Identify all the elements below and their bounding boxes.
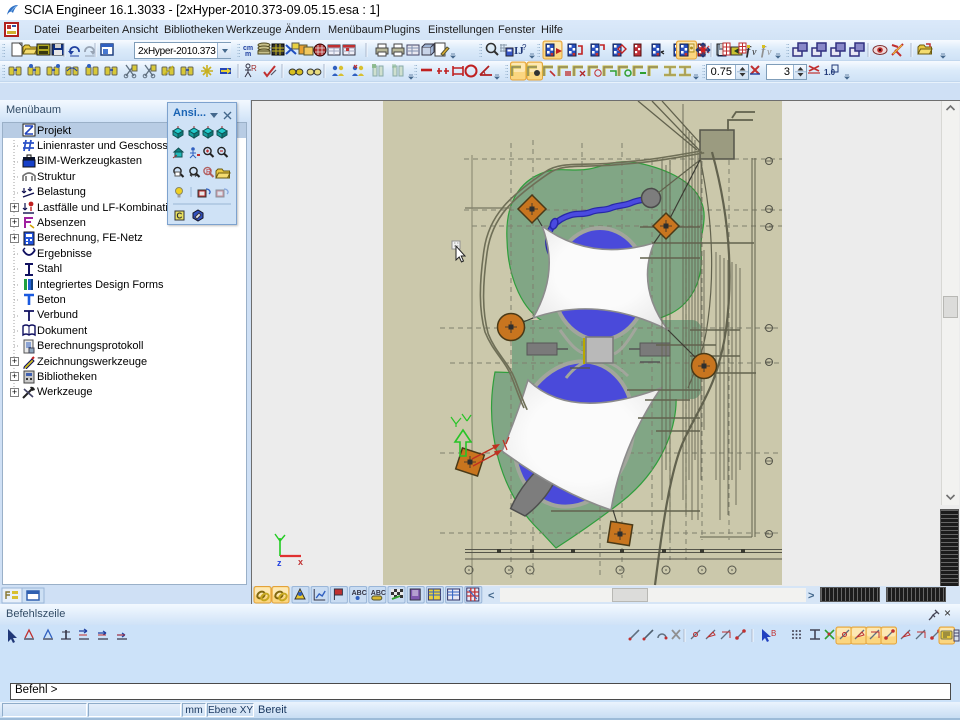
svg-text:v: v [752,47,757,58]
svg-text:v: v [767,47,772,58]
svg-text:B: B [771,629,776,638]
svg-text:ABC: ABC [352,590,367,597]
svg-text:x: x [298,557,303,567]
svg-text:R: R [206,169,211,176]
svg-text:R: R [251,64,257,73]
svg-text:?: ? [522,43,527,52]
svg-text:>: > [808,590,814,602]
svg-text:z: z [277,558,282,568]
svg-text:C: C [177,212,183,221]
svg-text:m: m [245,51,251,58]
svg-text:<: < [488,590,494,602]
